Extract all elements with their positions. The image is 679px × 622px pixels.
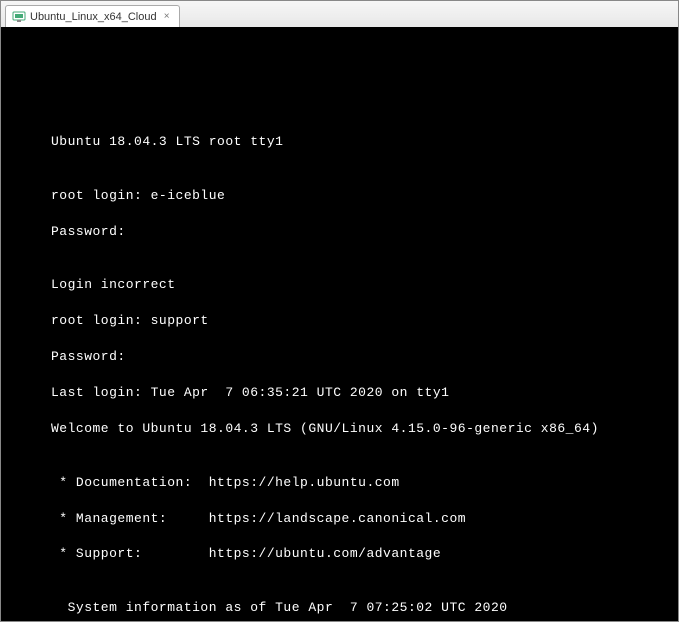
term-line: root login: support — [51, 312, 666, 330]
term-line: Login incorrect — [51, 276, 666, 294]
terminal-body: Ubuntu 18.04.3 LTS root tty1 root login:… — [13, 73, 666, 621]
tab-title: Ubuntu_Linux_x64_Cloud — [30, 11, 157, 23]
term-line: Password: — [51, 223, 666, 241]
term-line: * Support: https://ubuntu.com/advantage — [51, 545, 666, 563]
close-icon[interactable]: × — [161, 11, 173, 23]
vm-icon — [12, 11, 26, 23]
terminal-output[interactable]: Ubuntu 18.04.3 LTS root tty1 root login:… — [1, 27, 678, 621]
term-line: * Documentation: https://help.ubuntu.com — [51, 474, 666, 492]
tab-bar: Ubuntu_Linux_x64_Cloud × — [1, 1, 678, 27]
term-line: Welcome to Ubuntu 18.04.3 LTS (GNU/Linux… — [51, 420, 666, 438]
term-line: Last login: Tue Apr 7 06:35:21 UTC 2020 … — [51, 384, 666, 402]
term-line: root login: e-iceblue — [51, 187, 666, 205]
tab-active[interactable]: Ubuntu_Linux_x64_Cloud × — [5, 5, 180, 27]
term-line: System information as of Tue Apr 7 07:25… — [51, 599, 666, 617]
vm-window: Ubuntu_Linux_x64_Cloud × Ubuntu 18.04.3 … — [0, 0, 679, 622]
term-line: Password: — [51, 348, 666, 366]
term-line: Ubuntu 18.04.3 LTS root tty1 — [51, 133, 666, 151]
term-line: * Management: https://landscape.canonica… — [51, 510, 666, 528]
